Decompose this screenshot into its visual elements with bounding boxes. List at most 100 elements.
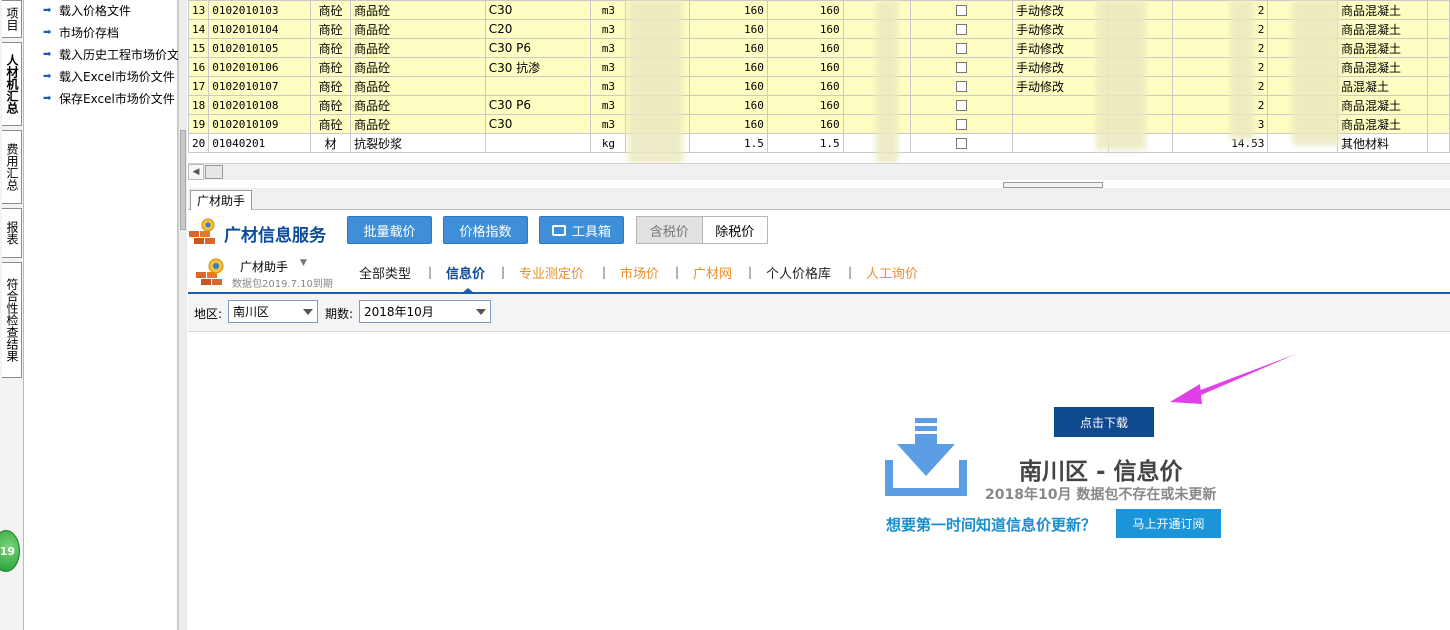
region-select[interactable]: 南川区 <box>228 300 318 323</box>
tab-info-price[interactable]: 信息价 <box>446 263 485 282</box>
annotation-arrow-icon <box>1170 354 1296 404</box>
checkbox[interactable] <box>956 62 968 73</box>
vtab-compliance-check[interactable]: 符合性检查结果 <box>2 262 22 378</box>
lock-checkbox[interactable] <box>910 19 1014 39</box>
tax-excluded-option[interactable]: 除税价 <box>701 217 767 243</box>
checkbox[interactable] <box>956 138 968 149</box>
toolbox-label: 工具箱 <box>571 224 611 240</box>
price-index-button[interactable]: 价格指数 <box>443 216 528 244</box>
vtab-report[interactable]: 报表 <box>2 208 22 258</box>
tab-separator: | <box>501 265 506 279</box>
lock-checkbox[interactable] <box>910 95 1014 115</box>
empty-state-subtitle: 2018年10月 数据包不存在或未更新 <box>985 487 1217 503</box>
subscribe-button[interactable]: 马上开通订阅 <box>1116 509 1221 538</box>
price-source: 手动修改 <box>1012 57 1109 77</box>
spacer-cell <box>1426 19 1450 39</box>
tab-assistant[interactable]: 广材助手 <box>190 190 252 210</box>
material-type: 商砼 <box>310 57 352 77</box>
price-source <box>1012 133 1109 153</box>
period-value: 2018年10月 <box>364 305 434 319</box>
load-excel-market-price-action[interactable]: ➡ 载入Excel市场价文件 <box>43 66 175 86</box>
table-row[interactable]: 19 0102010109 商砼 商品砼 C30 m3 160 160 3 商品混凝土 <box>188 114 1450 134</box>
material-unit: kg <box>590 133 627 153</box>
lock-checkbox[interactable] <box>910 0 1014 20</box>
tab-professional-price[interactable]: 专业测定价 <box>519 263 584 282</box>
obscured-region <box>876 0 898 163</box>
material-type: 商砼 <box>310 0 352 20</box>
material-spec: C20 <box>484 19 592 39</box>
price-market: 160 <box>766 76 844 96</box>
tab-market-price[interactable]: 市场价 <box>620 263 659 282</box>
checkbox[interactable] <box>956 81 968 92</box>
scroll-left-icon[interactable]: ◀ <box>188 164 204 180</box>
spacer-cell <box>1426 133 1450 153</box>
chevron-down-icon <box>476 309 486 315</box>
helper-logo-icon <box>196 258 224 285</box>
action-label: 载入历史工程市场价文 <box>59 47 180 62</box>
material-code: 0102010107 <box>208 76 312 96</box>
price-budget: 160 <box>689 76 768 96</box>
checkbox[interactable] <box>956 24 968 35</box>
row-number: 18 <box>188 95 210 115</box>
tax-toggle: 含税价 除税价 <box>636 216 768 244</box>
lock-checkbox[interactable] <box>910 57 1014 77</box>
lock-checkbox[interactable] <box>910 76 1014 96</box>
material-name: 商品砼 <box>350 38 486 58</box>
scroll-thumb[interactable] <box>180 130 186 230</box>
tab-guangcai-web[interactable]: 广材网 <box>693 263 732 282</box>
save-excel-market-price-action[interactable]: ➡ 保存Excel市场价文件 <box>43 88 175 108</box>
batch-load-price-button[interactable]: 批量载价 <box>347 216 432 244</box>
table-row[interactable]: 13 0102010103 商砼 商品砼 C30 m3 160 160 手动修改 2 商品混凝土 <box>188 0 1450 20</box>
vtab-material-summary[interactable]: 人材机汇总 <box>2 42 22 126</box>
material-unit: m3 <box>590 114 627 134</box>
table-row[interactable]: 15 0102010105 商砼 商品砼 C30 P6 m3 160 160 手动修改 2 商品混凝… <box>188 38 1450 58</box>
table-row[interactable]: 20 01040201 材抗裂砂浆 kg 1.5 1.5 14.53 其他材料 <box>188 133 1450 153</box>
material-code: 0102010104 <box>208 19 312 39</box>
lock-checkbox[interactable] <box>910 38 1014 58</box>
material-name: 商品砼 <box>350 76 486 96</box>
material-unit: m3 <box>590 76 627 96</box>
table-row[interactable]: 16 0102010106 商砼 商品砼 C30 抗渗 m3 160 160 手动修改 2 商品混凝… <box>188 57 1450 77</box>
price-market: 160 <box>766 114 844 134</box>
material-category: 商品混凝土 <box>1337 19 1428 39</box>
checkbox[interactable] <box>956 43 968 54</box>
load-history-market-price-action[interactable]: ➡ 载入历史工程市场价文 <box>43 44 179 64</box>
tab-all-types[interactable]: 全部类型 <box>359 263 411 282</box>
checkbox[interactable] <box>956 5 968 16</box>
chevron-down-icon[interactable]: ▼ <box>300 258 307 268</box>
price-budget: 160 <box>689 95 768 115</box>
vtab-project[interactable]: 项目 <box>2 0 22 38</box>
material-name: 商品砼 <box>350 95 486 115</box>
obscured-region <box>1096 0 1146 150</box>
toolbox-button[interactable]: 工具箱 <box>539 216 624 244</box>
vtab-cost-summary[interactable]: 费用汇总 <box>2 130 22 204</box>
price-market: 160 <box>766 38 844 58</box>
arrow-right-icon: ➡ <box>43 4 52 16</box>
checkbox[interactable] <box>956 100 968 111</box>
table-row[interactable]: 18 0102010108 商砼 商品砼 C30 P6 m3 160 160 2 商品混凝土 <box>188 95 1450 115</box>
table-row[interactable]: 14 0102010104 商砼 商品砼 C20 m3 160 160 手动修改 2 商品混凝土 <box>188 19 1450 39</box>
helper-name[interactable]: 广材助手 <box>240 258 288 275</box>
lock-checkbox[interactable] <box>910 133 1014 153</box>
download-icon <box>885 418 967 496</box>
archive-market-price-action[interactable]: ➡ 市场价存档 <box>43 22 119 42</box>
load-price-file-action[interactable]: ➡ 载入价格文件 <box>43 0 131 20</box>
price-market: 160 <box>766 57 844 77</box>
tab-personal-library[interactable]: 个人价格库 <box>766 263 831 282</box>
material-code: 0102010103 <box>208 0 312 20</box>
checkbox[interactable] <box>956 119 968 130</box>
period-select[interactable]: 2018年10月 <box>359 300 491 323</box>
region-label: 地区: <box>194 307 223 321</box>
lock-checkbox[interactable] <box>910 114 1014 134</box>
price-source <box>1012 95 1109 115</box>
tax-included-option[interactable]: 含税价 <box>637 217 702 243</box>
material-type: 商砼 <box>310 38 352 58</box>
panel-scrollbar[interactable] <box>178 0 187 630</box>
price-market: 1.5 <box>766 133 844 153</box>
tab-manual-inquiry[interactable]: 人工询价 <box>866 263 918 282</box>
grid-horizontal-scrollbar[interactable]: ◀ <box>188 163 1450 180</box>
scroll-thumb[interactable] <box>205 165 223 179</box>
row-number: 14 <box>188 19 210 39</box>
table-row[interactable]: 17 0102010107 商砼 商品砼 m3 160 160 手动修改 2 品混凝土 <box>188 76 1450 96</box>
download-button[interactable]: 点击下载 <box>1054 407 1154 437</box>
